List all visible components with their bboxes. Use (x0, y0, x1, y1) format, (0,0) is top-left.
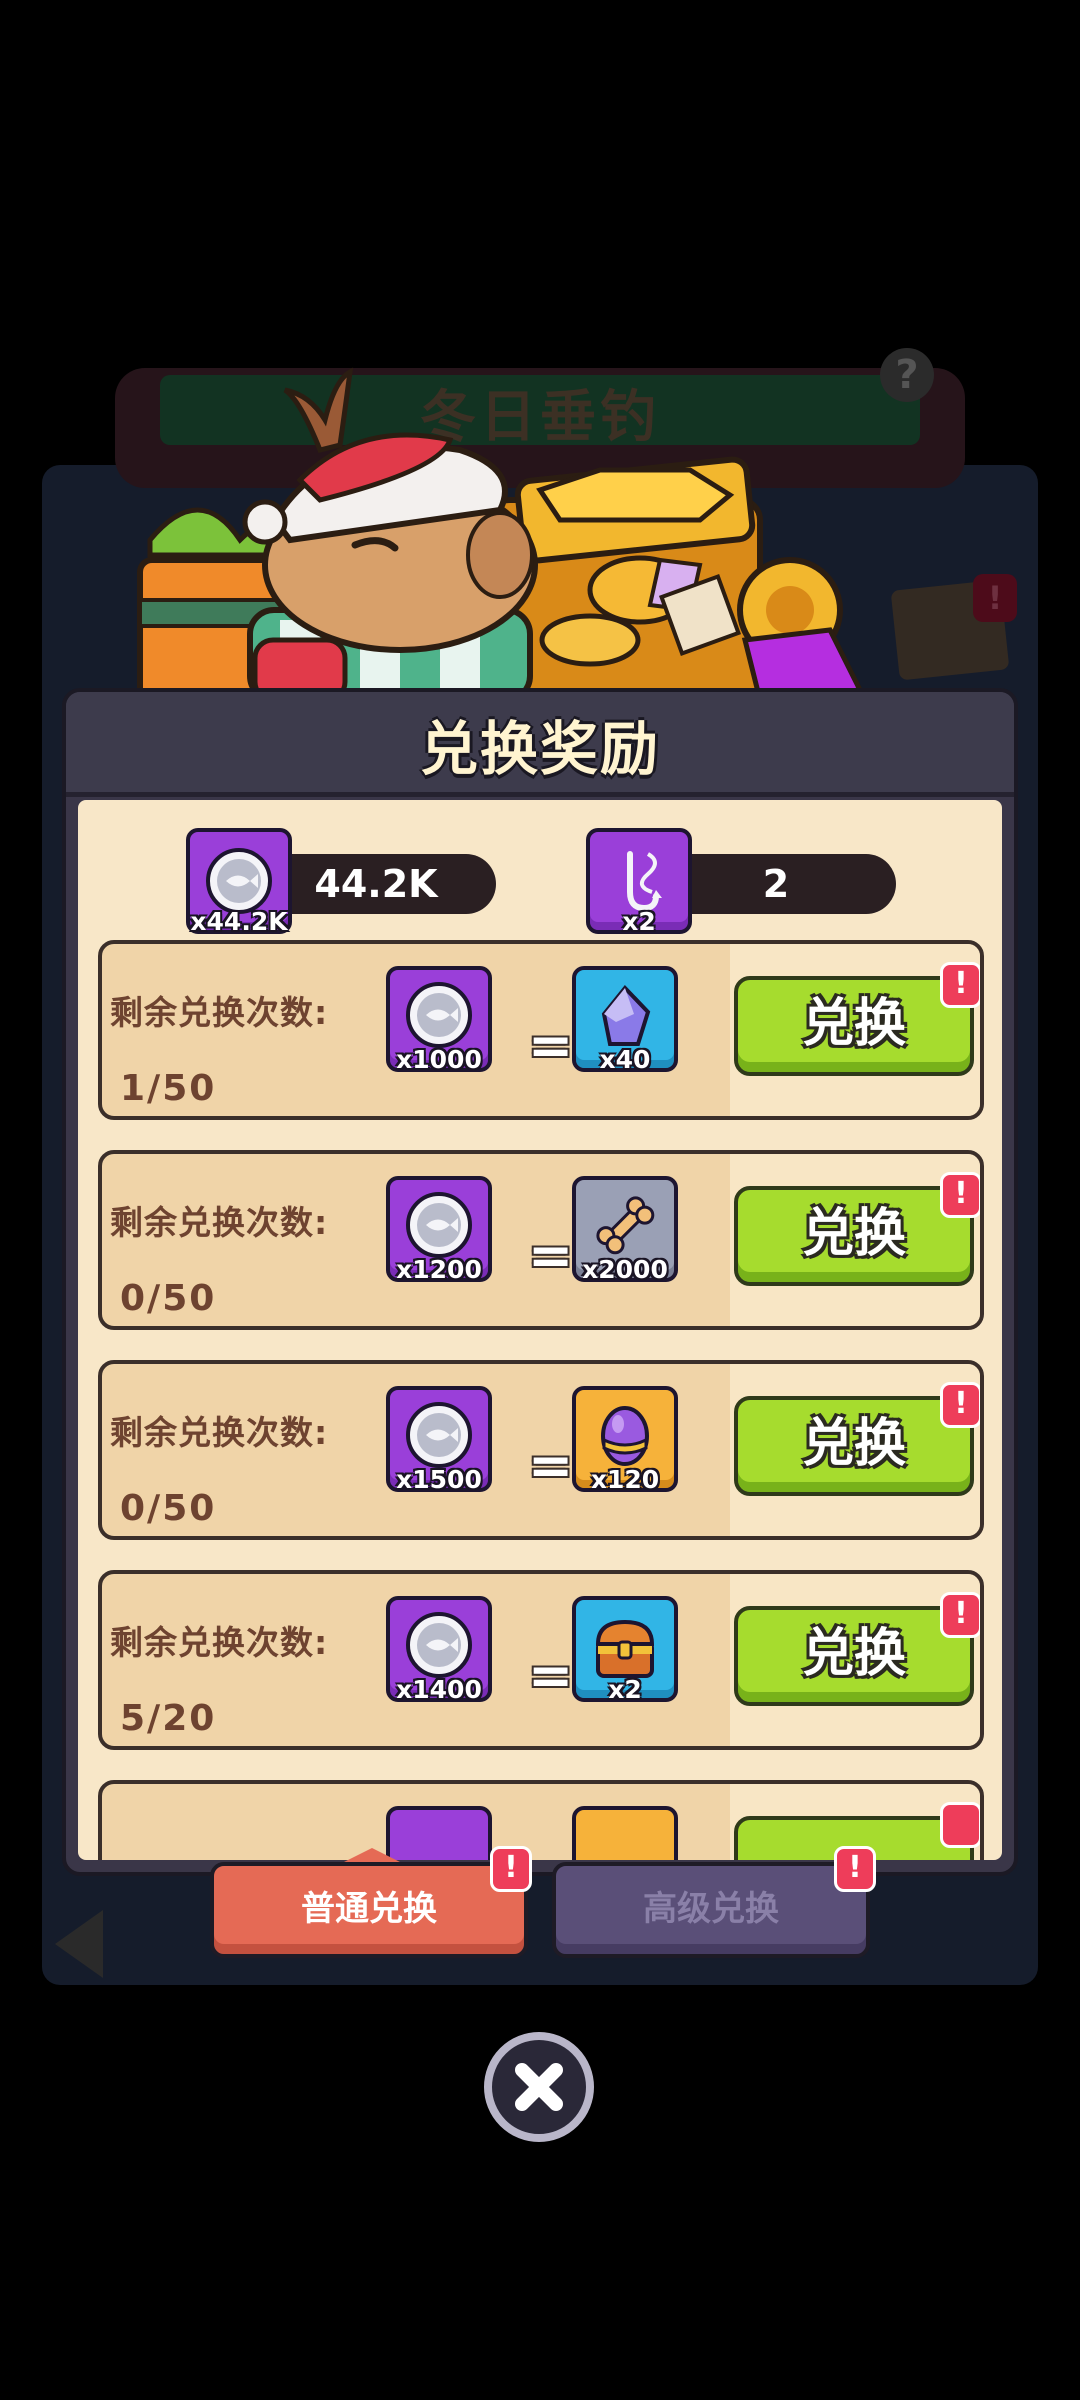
reward-qty: x2 (608, 1675, 642, 1704)
remaining-count: 0/50 (120, 1278, 217, 1319)
reward-qty: x40 (599, 1045, 651, 1074)
exchange-alert-badge: ! (940, 1382, 980, 1428)
treasure-pile-art (487, 456, 864, 700)
exchange-button[interactable]: 兑换 (734, 1396, 974, 1496)
remaining-label: 剩余兑换次数: (110, 1623, 329, 1662)
cost-tile: x1500 (386, 1386, 492, 1494)
exchange-alert-badge: ! (940, 962, 980, 1008)
exchange-alert-badge (940, 1802, 980, 1848)
exchange-row: 剩余兑换次数: 1/50 x1000 = x40 兑换 ! (98, 940, 984, 1120)
cost-tile: x1200 (386, 1176, 492, 1284)
dialog-header: 兑换奖励 (66, 692, 1014, 797)
equals-sign: = (528, 1434, 574, 1497)
exchange-button[interactable]: 兑换 (734, 976, 974, 1076)
currency-tile-qty: x44.2K (190, 907, 288, 936)
close-icon (515, 2063, 563, 2111)
hero-illustration (137, 367, 864, 700)
currency-tile: x2 (586, 828, 692, 936)
reward-tile: x40 (572, 966, 678, 1074)
tab-advanced-exchange[interactable]: 高级兑换 (552, 1862, 870, 1958)
remaining-label: 剩余兑换次数: (110, 1413, 329, 1452)
equals-sign: = (528, 1644, 574, 1707)
reward-tile: x120 (572, 1386, 678, 1494)
remaining-label: 剩余兑换次数: (110, 1203, 329, 1242)
remaining-count: 0/50 (120, 1488, 217, 1529)
currency-fishing-hook: 2 x2 (586, 828, 916, 936)
reward-qty: x2000 (582, 1255, 668, 1284)
cost-qty: x1000 (396, 1045, 482, 1074)
currency-tile: x44.2K (186, 828, 292, 936)
remaining-count: 5/20 (120, 1698, 217, 1739)
reward-qty: x120 (590, 1465, 660, 1494)
tab-alert-badge: ! (834, 1846, 876, 1892)
exchange-button[interactable]: 兑换 (734, 1606, 974, 1706)
equals-sign: = (528, 1224, 574, 1287)
currency-tile-qty: x2 (622, 907, 656, 936)
currency-amount: 44.2K (256, 854, 496, 914)
exchange-dialog: 兑换奖励 44.2K x44.2K 2 x2 剩余兑换次数: 1/50 x100… (62, 688, 1018, 1876)
exchange-button[interactable]: 兑换 (734, 1186, 974, 1286)
tab-normal-exchange[interactable]: 普通兑换 (210, 1862, 528, 1958)
capybara-character-art (242, 367, 538, 700)
exchange-row: 剩余兑换次数: 5/20 x1400 = x2 兑换 ! (98, 1570, 984, 1750)
exchange-row: 剩余兑换次数: 0/50 x1500 = x120 兑换 ! (98, 1360, 984, 1540)
currency-amount: 2 (656, 854, 896, 914)
reward-tile (572, 1806, 678, 1860)
cost-tile: x1400 (386, 1596, 492, 1704)
exchange-alert-badge: ! (940, 1172, 980, 1218)
tab-alert-badge: ! (490, 1846, 532, 1892)
exchange-alert-badge: ! (940, 1592, 980, 1638)
cost-qty: x1500 (396, 1465, 482, 1494)
currency-fish-coin: 44.2K x44.2K (186, 828, 516, 936)
reward-tile: x2 (572, 1596, 678, 1704)
remaining-label: 剩余兑换次数: (110, 993, 329, 1032)
close-button[interactable] (484, 2032, 594, 2142)
cost-qty: x1400 (396, 1675, 482, 1704)
exchange-row: 剩余兑换次数: 0/50 x1200 = x2000 兑换 ! (98, 1150, 984, 1330)
cost-qty: x1200 (396, 1255, 482, 1284)
remaining-count: 1/50 (120, 1068, 217, 1109)
cost-tile: x1000 (386, 966, 492, 1074)
back-arrow-icon[interactable] (55, 1910, 103, 1978)
dialog-title: 兑换奖励 (419, 715, 660, 783)
equals-sign: = (528, 1014, 574, 1077)
reward-tile: x2000 (572, 1176, 678, 1284)
dialog-body[interactable]: 44.2K x44.2K 2 x2 剩余兑换次数: 1/50 x1000 = x… (78, 800, 1002, 1860)
